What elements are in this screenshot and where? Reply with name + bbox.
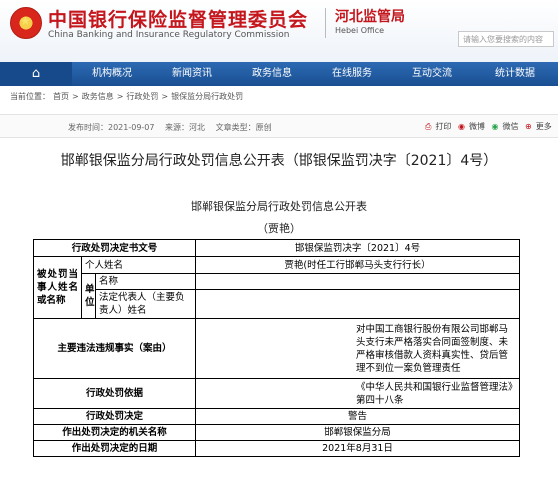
document-title: 邯郸银保监分局行政处罚信息公开表（邯银保监罚决字〔2021〕4号） — [60, 153, 498, 169]
divider — [325, 8, 326, 38]
decision-date-value: 2021年8月31日 — [195, 440, 521, 457]
authority-value: 邯郸银保监分局 — [195, 424, 521, 441]
basis-label: 行政处罚依据 — [32, 378, 197, 409]
decision-value: 警告 — [195, 408, 521, 425]
representative-label: 法定代表人（主要负责人）姓名 — [94, 289, 197, 319]
nav-item-news[interactable]: 新闻资讯 — [152, 62, 232, 86]
breadcrumb-item-gov-info[interactable]: 政务信息 — [82, 92, 114, 101]
share-tools: ⎙ 打印 ◉ 微博 ◉ 微信 ⊕ 更多 — [425, 121, 556, 132]
basis-value: 《中华人民共和国银行业监督管理法》第四十八条 — [195, 378, 521, 409]
violation-value: 对中国工商银行股份有限公司邯郸马头支行未严格落实合同面签制度、未严格审核借款人资… — [195, 318, 521, 379]
table-person: （贾艳） — [257, 222, 301, 235]
authority-label: 作出处罚决定的机关名称 — [32, 424, 197, 441]
print-button[interactable]: 打印 — [435, 122, 451, 131]
publish-date: 发布时间：2021-09-07 — [68, 123, 155, 132]
breadcrumb-item-home[interactable]: 首页 — [53, 92, 69, 101]
article-source: 来源：河北 — [165, 123, 206, 132]
weibo-button[interactable]: 微博 — [469, 122, 485, 131]
article-info-bar: 发布时间：2021-09-07 来源：河北 文章类型：原创 ⎙ 打印 ◉ 微博 ◉ 微… — [0, 114, 558, 138]
site-title-en: China Banking and Insurance Regulatory C… — [48, 30, 290, 40]
doc-no-value: 邯银保监罚决字〔2021〕4号 — [195, 239, 521, 257]
breadcrumb-sep: > — [72, 92, 79, 101]
branch-title: 河北监管局 — [335, 9, 405, 25]
article-type: 文章类型：原创 — [215, 123, 272, 132]
search-input[interactable]: 请输入您要搜索的内容 — [458, 31, 554, 47]
breadcrumb-sep: > — [116, 92, 124, 101]
party-label: 被处罚当事人姓名或名称 — [33, 256, 82, 319]
nav-item-about[interactable]: 机构概况 — [72, 62, 152, 86]
breadcrumb-item-branch-penalty[interactable]: 银保监分局行政处罚 — [171, 92, 243, 101]
more-button[interactable]: 更多 — [536, 122, 552, 131]
nav-item-interaction[interactable]: 互动交流 — [392, 62, 472, 86]
unit-name-label: 名称 — [94, 273, 197, 290]
individual-value: 贾艳(时任工行邯郸马头支行行长） — [195, 256, 521, 274]
emblem-icon — [10, 7, 42, 39]
nav-item-gov-info[interactable]: 政务信息 — [232, 62, 312, 86]
article-meta: 发布时间：2021-09-07 来源：河北 文章类型：原创 — [68, 122, 280, 133]
more-icon[interactable]: ⊕ — [525, 122, 532, 131]
nav-item-services[interactable]: 在线服务 — [312, 62, 392, 86]
weibo-icon[interactable]: ◉ — [458, 122, 465, 131]
breadcrumb-item-penalty[interactable]: 行政处罚 — [126, 92, 158, 101]
breadcrumb-label: 当前位置： — [10, 92, 50, 101]
decision-label: 行政处罚决定 — [32, 408, 197, 425]
individual-label: 个人姓名 — [80, 256, 197, 274]
nav-item-statistics[interactable]: 统计数据 — [472, 62, 558, 86]
main-nav: ⌂ 机构概况 新闻资讯 政务信息 在线服务 互动交流 统计数据 — [0, 62, 558, 86]
branch-title-en: Hebei Office — [335, 26, 385, 35]
wechat-button[interactable]: 微信 — [502, 122, 518, 131]
breadcrumb-sep: > — [161, 92, 169, 101]
site-title[interactable]: 中国银行保险监督管理委员会 — [48, 5, 308, 32]
site-header: 中国银行保险监督管理委员会 China Banking and Insuranc… — [0, 0, 558, 62]
decision-date-label: 作出处罚决定的日期 — [32, 440, 197, 457]
doc-no-label: 行政处罚决定书文号 — [32, 239, 197, 257]
penalty-info-table: 行政处罚决定书文号 邯银保监罚决字〔2021〕4号 被处罚当事人姓名或名称 个人… — [32, 239, 521, 457]
violation-label: 主要违法违规事实（案由） — [32, 318, 197, 379]
representative-value — [195, 289, 521, 319]
unit-name-value — [195, 273, 521, 290]
breadcrumb: 当前位置： 首页 > 政务信息 > 行政处罚 > 银保监分局行政处罚 — [10, 91, 246, 102]
wechat-icon[interactable]: ◉ — [491, 122, 498, 131]
home-icon[interactable]: ⌂ — [0, 62, 72, 86]
print-icon[interactable]: ⎙ — [425, 122, 431, 131]
unit-label: 单位 — [81, 273, 96, 319]
table-title: 邯郸银保监分局行政处罚信息公开表 — [191, 200, 367, 213]
